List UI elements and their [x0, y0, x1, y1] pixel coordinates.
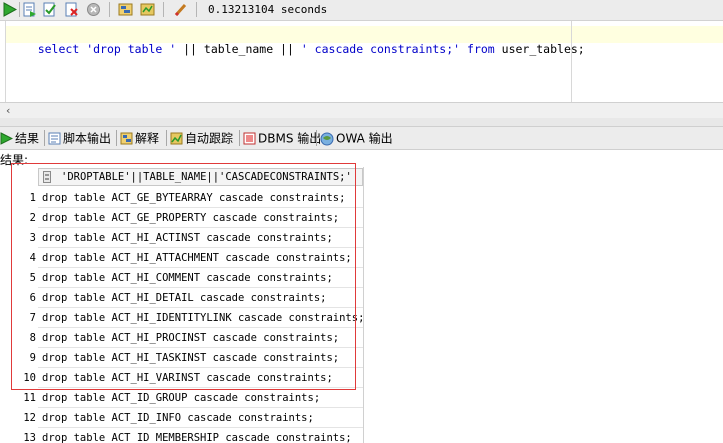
editor-toolbar: 0.13213104 seconds [0, 0, 723, 21]
table-row[interactable]: 9 drop table ACT_HI_TASKINST cascade cons… [0, 348, 363, 368]
table-row[interactable]: 5 drop table ACT_HI_COMMENT cascade const… [0, 268, 363, 288]
toolbar-separator [163, 2, 164, 17]
output-tabs: 结果 脚本输出 解释 自动跟踪 DBMS 输出 OWA 输出 [0, 127, 723, 150]
toolbar-separator [109, 2, 110, 17]
toolbar-separator [196, 2, 197, 17]
autotrace-icon[interactable] [140, 2, 155, 17]
table-row[interactable]: 6 drop table ACT_HI_DETAIL cascade constr… [0, 288, 363, 308]
tab-label: DBMS 输出 [258, 131, 322, 146]
row-number: 6 [29, 292, 36, 304]
sql-token: from [467, 42, 495, 56]
tab-autotrace[interactable]: 自动跟踪 [170, 129, 233, 147]
row-number: 5 [29, 272, 36, 284]
table-cell[interactable]: drop table ACT_HI_TASKINST cascade const… [38, 348, 363, 368]
table-row[interactable]: 3 drop table ACT_HI_ACTINST cascade const… [0, 228, 363, 248]
row-number: 12 [23, 412, 36, 424]
elapsed-time: 0.13213104 seconds [208, 3, 328, 16]
table-row[interactable]: 2 drop table ACT_GE_PROPERTY cascade cons… [0, 208, 363, 228]
tab-owa-output[interactable]: OWA 输出 [320, 129, 393, 147]
tab-separator [316, 130, 317, 146]
dbms-output-icon [243, 132, 256, 145]
tab-label: 解释 [135, 131, 160, 146]
results-icon [0, 132, 13, 145]
scroll-left-icon[interactable]: ‹ [6, 103, 10, 118]
sql-statement[interactable]: select 'drop table ' || table_name || ' … [10, 28, 585, 70]
table-cell[interactable]: drop table ACT_HI_ACTINST cascade constr… [38, 228, 363, 248]
explain-icon [120, 132, 133, 145]
tab-separator [116, 130, 117, 146]
table-cell[interactable]: drop table ACT_ID_INFO cascade constrain… [38, 408, 363, 428]
tab-separator [166, 130, 167, 146]
toolbar-separator [19, 2, 20, 17]
explain-plan-icon[interactable] [118, 2, 133, 17]
tab-separator [44, 130, 45, 146]
column-sort-icon [43, 171, 51, 183]
tab-label: 脚本输出 [63, 131, 112, 146]
results-caption: 结果: [0, 153, 29, 167]
sql-token: ' cascade constraints;' [300, 42, 461, 56]
table-cell[interactable]: drop table ACT_GE_BYTEARRAY cascade cons… [38, 188, 363, 208]
column-header[interactable]: 'DROPTABLE'||TABLE_NAME||'CASCADECONSTRA… [38, 168, 363, 186]
autotrace-tab-icon [170, 132, 183, 145]
tab-script-output[interactable]: 脚本输出 [48, 129, 111, 147]
row-number: 4 [29, 252, 36, 264]
tab-dbms-output[interactable]: DBMS 输出 [243, 129, 321, 147]
tab-label: 结果 [15, 131, 40, 146]
commit-icon[interactable] [42, 2, 57, 17]
clear-icon[interactable] [173, 2, 188, 17]
table-cell[interactable]: drop table ACT_ID_MEMBERSHIP cascade con… [38, 428, 363, 443]
sql-token: || table_name || [176, 42, 301, 56]
table-cell[interactable]: drop table ACT_HI_VARINST cascade constr… [38, 368, 363, 388]
table-row[interactable]: 1 drop table ACT_GE_BYTEARRAY cascade con… [0, 188, 363, 208]
run-icon[interactable] [2, 2, 17, 17]
owa-output-icon [320, 132, 334, 145]
row-number: 11 [23, 392, 36, 404]
table-cell[interactable]: drop table ACT_HI_COMMENT cascade constr… [38, 268, 363, 288]
right-margin-line [571, 21, 572, 102]
row-number: 1 [29, 192, 36, 204]
table-row[interactable]: 7 drop table ACT_HI_IDENTITYLINK cascade … [0, 308, 364, 328]
table-row[interactable]: 10 drop table ACT_HI_VARINST cascade cons… [0, 368, 363, 388]
sql-token: select [37, 42, 80, 56]
table-row[interactable]: 4 drop table ACT_HI_ATTACHMENT cascade co… [0, 248, 363, 268]
tab-explain[interactable]: 解释 [120, 129, 159, 147]
sql-token: 'drop table ' [86, 42, 177, 56]
results-grid[interactable]: 'DROPTABLE'||TABLE_NAME||'CASCADECONSTRA… [0, 167, 365, 443]
tab-label: OWA 输出 [336, 131, 393, 146]
row-number: 8 [29, 332, 36, 344]
table-cell[interactable]: drop table ACT_ID_GROUP cascade constrai… [38, 388, 363, 408]
table-row[interactable]: 11 drop table ACT_ID_GROUP cascade constr… [0, 388, 363, 408]
row-number: 13 [23, 432, 36, 443]
grid-border [363, 167, 364, 443]
table-row[interactable]: 8 drop table ACT_HI_PROCINST cascade cons… [0, 328, 363, 348]
run-script-icon[interactable] [22, 2, 37, 17]
row-number: 2 [29, 212, 36, 224]
tab-separator [239, 130, 240, 146]
tab-label: 自动跟踪 [185, 131, 234, 146]
row-number: 9 [29, 352, 36, 364]
table-cell[interactable]: drop table ACT_HI_ATTACHMENT cascade con… [38, 248, 363, 268]
rollback-icon[interactable] [64, 2, 79, 17]
tab-results[interactable]: 结果 [0, 129, 39, 147]
row-number: 7 [29, 312, 36, 324]
row-number: 3 [29, 232, 36, 244]
pane-splitter[interactable] [0, 118, 723, 127]
column-header-label: 'DROPTABLE'||TABLE_NAME||'CASCADECONSTRA… [61, 171, 352, 183]
editor-horizontal-scrollbar[interactable]: ‹ [0, 102, 723, 119]
table-row[interactable]: 13 drop table ACT_ID_MEMBERSHIP cascade c… [0, 428, 363, 443]
table-cell[interactable]: drop table ACT_HI_DETAIL cascade constra… [38, 288, 363, 308]
row-number: 10 [23, 372, 36, 384]
table-cell[interactable]: drop table ACT_HI_IDENTITYLINK cascade c… [38, 308, 364, 328]
script-output-icon [48, 132, 61, 145]
cancel-icon[interactable] [86, 2, 101, 17]
table-cell[interactable]: drop table ACT_GE_PROPERTY cascade const… [38, 208, 363, 228]
table-row[interactable]: 12 drop table ACT_ID_INFO cascade constra… [0, 408, 363, 428]
table-cell[interactable]: drop table ACT_HI_PROCINST cascade const… [38, 328, 363, 348]
sql-editor[interactable]: select 'drop table ' || table_name || ' … [0, 21, 723, 102]
